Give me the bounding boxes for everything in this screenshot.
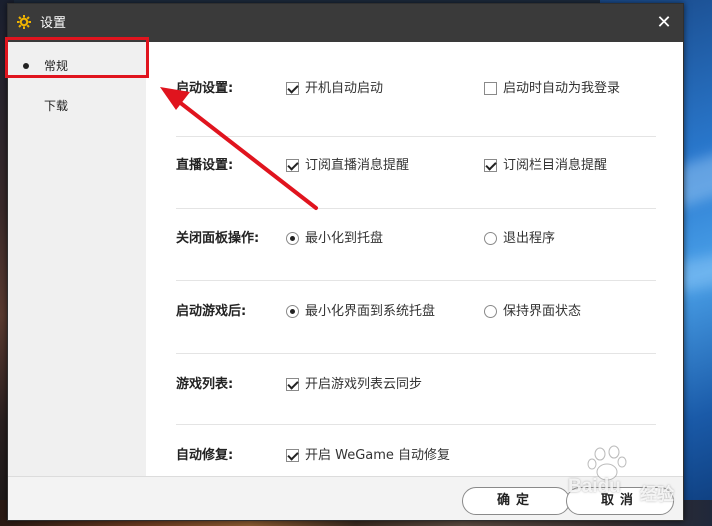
checkbox-unchecked-icon — [484, 82, 497, 95]
radio-unselected-icon — [484, 232, 497, 245]
checkbox-checked-icon — [286, 159, 299, 172]
row-label: 游戏列表: — [176, 377, 234, 392]
startup-settings-row: 启动设置: 开机自动启动 启动时自动为我登录 — [176, 79, 656, 99]
ok-button[interactable]: 确定 — [462, 487, 570, 515]
radio-selected-icon — [286, 232, 299, 245]
sidebar-item-download[interactable]: 下载 — [8, 86, 146, 126]
live-settings-row: 直播设置: 订阅直播消息提醒 订阅栏目消息提醒 — [176, 156, 656, 176]
close-button[interactable]: ✕ — [653, 12, 675, 34]
auto-repair-row: 自动修复: 开启 WeGame 自动修复 — [176, 446, 656, 466]
radio-unselected-icon — [484, 305, 497, 318]
sidebar: 常规 下载 — [8, 42, 146, 520]
row-label: 启动设置: — [176, 81, 234, 96]
divider — [176, 424, 656, 425]
row-label: 启动游戏后: — [176, 304, 247, 319]
gear-icon — [17, 15, 31, 29]
row-label: 自动修复: — [176, 448, 234, 463]
divider — [176, 353, 656, 354]
title-bar[interactable]: 设置 ✕ — [8, 4, 683, 42]
checkbox-checked-icon — [286, 82, 299, 95]
window-title: 设置 — [40, 15, 67, 30]
cancel-button[interactable]: 取消 — [566, 487, 674, 515]
after-game-launch-row: 启动游戏后: 最小化界面到系统托盘 保持界面状态 — [176, 302, 656, 322]
close-panel-row: 关闭面板操作: 最小化到托盘 退出程序 — [176, 229, 656, 249]
close-icon: ✕ — [656, 12, 672, 33]
checkbox-checked-icon — [286, 378, 299, 391]
checkbox-checked-icon — [484, 159, 497, 172]
sidebar-item-label: 下载 — [44, 99, 69, 113]
row-label: 直播设置: — [176, 158, 234, 173]
sidebar-item-label: 常规 — [44, 59, 69, 73]
game-list-row: 游戏列表: 开启游戏列表云同步 — [176, 375, 656, 395]
radio-selected-icon — [286, 305, 299, 318]
divider — [176, 136, 656, 137]
selected-bullet-icon — [23, 63, 29, 69]
divider — [176, 208, 656, 209]
row-label: 关闭面板操作: — [176, 231, 260, 246]
divider — [176, 280, 656, 281]
settings-window: 设置 ✕ 常规 下载 启动设置: 开机自动启动 启动时自动为我登录 直播设置: … — [7, 3, 684, 521]
dialog-footer: 确定 取消 — [8, 476, 683, 520]
checkbox-checked-icon — [286, 449, 299, 462]
sidebar-item-general[interactable]: 常规 — [8, 46, 146, 86]
settings-content: 启动设置: 开机自动启动 启动时自动为我登录 直播设置: 订阅直播消息提醒 订阅… — [146, 42, 683, 476]
